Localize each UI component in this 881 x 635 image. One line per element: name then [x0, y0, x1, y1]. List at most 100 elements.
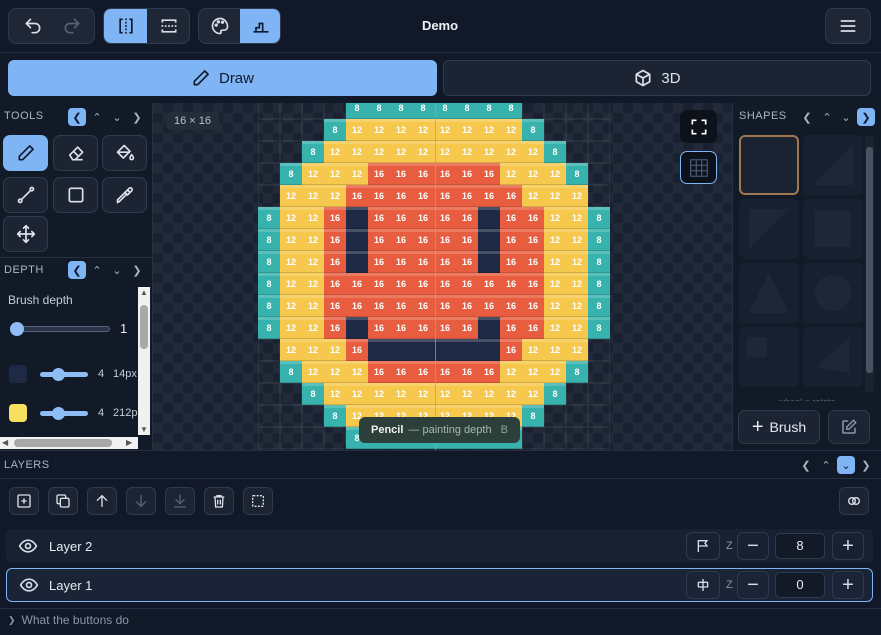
pixel-cell[interactable]: 16 — [390, 185, 412, 207]
scrollbar-thumb[interactable] — [140, 305, 148, 349]
scroll-down-arrow[interactable]: ▼ — [140, 425, 148, 434]
shapes-up-button[interactable]: ⌃ — [818, 108, 836, 126]
scroll-up-arrow[interactable]: ▲ — [140, 288, 148, 297]
pixel-cell[interactable]: 16 — [478, 273, 500, 295]
pixel-cell[interactable] — [434, 339, 456, 361]
pixel-cell[interactable]: 16 — [456, 273, 478, 295]
scroll-right-arrow[interactable]: ▶ — [126, 438, 132, 447]
pixel-cell[interactable]: 16 — [456, 295, 478, 317]
move-tool[interactable] — [3, 216, 48, 252]
pixel-cell[interactable] — [390, 339, 412, 361]
empty-cell[interactable] — [324, 103, 346, 119]
pixel-cell[interactable]: 12 — [566, 295, 588, 317]
pixel-cell[interactable]: 16 — [478, 185, 500, 207]
empty-cell[interactable] — [280, 427, 302, 449]
empty-cell[interactable] — [544, 427, 566, 449]
pixel-cell[interactable]: 12 — [522, 163, 544, 185]
pixel-cell[interactable]: 16 — [368, 295, 390, 317]
pixel-cell[interactable]: 8 — [434, 103, 456, 119]
add-layer-button[interactable] — [9, 487, 39, 515]
pixel-cell[interactable]: 12 — [412, 141, 434, 163]
layer-row[interactable]: Layer 2 Z − 8 + — [6, 529, 873, 563]
pixel-cell[interactable]: 16 — [346, 273, 368, 295]
pixel-cell[interactable]: 16 — [522, 251, 544, 273]
pixel-cell[interactable]: 12 — [500, 383, 522, 405]
pixel-cell[interactable]: 16 — [412, 185, 434, 207]
pixel-cell[interactable]: 16 — [434, 251, 456, 273]
eraser-tool[interactable] — [53, 135, 98, 171]
pixel-cell[interactable]: 12 — [478, 141, 500, 163]
tools-up-button[interactable]: ⌃ — [88, 108, 106, 126]
pixel-cell[interactable]: 16 — [522, 229, 544, 251]
pixel-cell[interactable] — [368, 339, 390, 361]
pixel-cell[interactable]: 12 — [302, 339, 324, 361]
pixel-cell[interactable]: 16 — [478, 295, 500, 317]
pixel-cell[interactable]: 12 — [522, 339, 544, 361]
depth-up-button[interactable]: ⌃ — [88, 261, 106, 279]
pixel-cell[interactable]: 16 — [412, 317, 434, 339]
pixel-cell[interactable]: 16 — [368, 163, 390, 185]
pixel-cell[interactable]: 12 — [434, 383, 456, 405]
pixel-cell[interactable]: 12 — [280, 295, 302, 317]
empty-cell[interactable] — [588, 427, 610, 449]
pixel-cell[interactable] — [478, 229, 500, 251]
pixel-cell[interactable]: 12 — [324, 383, 346, 405]
pixel-cell[interactable]: 12 — [390, 119, 412, 141]
scrollbar-thumb[interactable] — [866, 147, 873, 373]
pixel-cell[interactable]: 16 — [346, 339, 368, 361]
empty-cell[interactable] — [522, 427, 544, 449]
pixel-cell[interactable]: 16 — [456, 251, 478, 273]
pixel-cell[interactable]: 16 — [456, 163, 478, 185]
empty-cell[interactable] — [544, 103, 566, 119]
z-increment-button[interactable]: + — [832, 532, 864, 560]
pixel-cell[interactable]: 8 — [324, 119, 346, 141]
pixel-cell[interactable]: 12 — [302, 317, 324, 339]
pixel-cell[interactable]: 16 — [434, 185, 456, 207]
depth-expand-button[interactable]: ❯ — [128, 261, 146, 279]
3d-mode-button[interactable]: 3D — [443, 60, 871, 96]
pixel-cell[interactable]: 8 — [588, 207, 610, 229]
pixel-cell[interactable]: 12 — [302, 163, 324, 185]
pixel-cell[interactable]: 8 — [258, 229, 280, 251]
pixel-cell[interactable]: 12 — [478, 119, 500, 141]
pixel-cell[interactable]: 16 — [346, 185, 368, 207]
empty-cell[interactable] — [566, 141, 588, 163]
empty-cell[interactable] — [566, 405, 588, 427]
pixel-cell[interactable]: 12 — [346, 163, 368, 185]
empty-cell[interactable] — [258, 339, 280, 361]
mirror-vertical-button[interactable] — [104, 9, 147, 43]
pixel-cell[interactable]: 16 — [478, 163, 500, 185]
pixel-cell[interactable]: 16 — [390, 251, 412, 273]
pixel-cell[interactable]: 8 — [456, 103, 478, 119]
tools-down-button[interactable]: ⌄ — [108, 108, 126, 126]
empty-cell[interactable] — [588, 163, 610, 185]
pixel-cell[interactable]: 12 — [522, 141, 544, 163]
pixel-cell[interactable]: 12 — [302, 251, 324, 273]
edit-shape-button[interactable] — [828, 410, 870, 444]
pixel-cell[interactable]: 12 — [368, 119, 390, 141]
pixel-cell[interactable]: 8 — [324, 405, 346, 427]
depth-horizontal-scrollbar[interactable]: ◀ ▶ — [0, 437, 138, 449]
pixel-cell[interactable]: 16 — [324, 317, 346, 339]
pixel-cell[interactable]: 12 — [324, 163, 346, 185]
pixel-cell[interactable]: 12 — [302, 229, 324, 251]
pixel-cell[interactable]: 16 — [390, 229, 412, 251]
shapes-down-button[interactable]: ⌄ — [837, 108, 855, 126]
pixel-cell[interactable]: 16 — [324, 273, 346, 295]
pixel-cell[interactable]: 12 — [302, 273, 324, 295]
pixel-cell[interactable]: 16 — [368, 317, 390, 339]
pixel-cell[interactable]: 16 — [412, 361, 434, 383]
pixel-cell[interactable]: 16 — [324, 295, 346, 317]
pixel-cell[interactable]: 12 — [434, 119, 456, 141]
pixel-cell[interactable]: 12 — [302, 361, 324, 383]
pixel-cell[interactable]: 16 — [412, 251, 434, 273]
pixel-cell[interactable]: 16 — [456, 317, 478, 339]
empty-cell[interactable] — [258, 383, 280, 405]
layers-down-button[interactable]: ⌄ — [837, 456, 855, 474]
pixel-cell[interactable]: 8 — [346, 103, 368, 119]
pixel-cell[interactable]: 8 — [280, 361, 302, 383]
pixel-cell[interactable]: 12 — [280, 207, 302, 229]
pixel-cell[interactable] — [456, 339, 478, 361]
pixel-cell[interactable]: 16 — [500, 273, 522, 295]
layer-row-selected[interactable]: Layer 1 Z − 0 + — [6, 568, 873, 602]
